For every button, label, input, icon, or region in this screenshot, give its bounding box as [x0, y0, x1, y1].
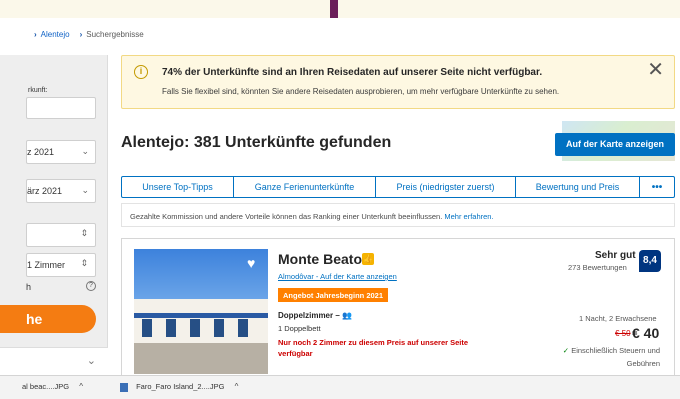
- deal-badge: Angebot Jahresbeginn 2021: [278, 288, 389, 302]
- current-price: € 40: [632, 325, 660, 341]
- checkin-value: z 2021: [27, 147, 55, 157]
- rooms-field[interactable]: 1 Zimmer ⇕: [26, 253, 96, 277]
- chevron-down-icon: ⌄: [81, 146, 89, 156]
- property-name[interactable]: Monte Beato: [278, 251, 362, 267]
- checkout-field[interactable]: ärz 2021 ⌄: [26, 179, 96, 203]
- breadcrumb-current: Suchergebnisse: [86, 29, 144, 39]
- chevron-up-icon[interactable]: ^: [79, 382, 83, 391]
- tax-text: Einschließlich Steuern und Gebühren: [571, 346, 660, 368]
- chevron-up-icon[interactable]: ^: [235, 382, 239, 391]
- room-type-label: Doppelzimmer: [278, 311, 334, 320]
- more-options-icon[interactable]: •••: [640, 177, 674, 197]
- guests-field[interactable]: ⇕: [26, 223, 96, 247]
- thumbs-up-icon: 👍: [362, 253, 374, 265]
- learn-more-link[interactable]: Mehr erfahren.: [444, 212, 493, 221]
- check-icon: ✓: [562, 346, 570, 355]
- tab-holiday-homes[interactable]: Ganze Ferienunterkünfte: [234, 177, 376, 197]
- breadcrumb: › Alentejo › Suchergebnisse: [0, 25, 144, 43]
- stepper-icon: ⇕: [80, 228, 88, 238]
- chevron-down-icon: ⌄: [86, 355, 96, 367]
- stay-details: 1 Nacht, 2 Erwachsene: [579, 314, 657, 323]
- tab-rating-price[interactable]: Bewertung und Preis: [516, 177, 640, 197]
- alert-title: 74% der Unterkünfte sind an Ihren Reised…: [162, 67, 543, 78]
- image-file-icon: [120, 382, 128, 392]
- rooms-value: 1 Zimmer: [27, 260, 65, 270]
- search-sidebar: rkunft: z 2021 ⌄ ärz 2021 ⌄ ⇕ 1 Zimmer ⇕…: [0, 55, 108, 375]
- download-item[interactable]: al beac....JPG ^: [22, 382, 83, 391]
- destination-field[interactable]: [26, 97, 96, 119]
- page-title: Alentejo: 381 Unterkünfte gefunden: [121, 134, 392, 151]
- property-location-link[interactable]: Almodôvar - Auf der Karte anzeigen: [278, 272, 397, 281]
- review-count: 273 Bewertungen: [568, 263, 627, 272]
- breadcrumb-region-link[interactable]: Alentejo: [41, 30, 70, 39]
- origin-label: rkunft:: [28, 87, 48, 94]
- availability-alert: i 74% der Unterkünfte sind an Ihren Reis…: [121, 55, 675, 109]
- tax-info: ✓ Einschließlich Steuern und Gebühren: [554, 344, 660, 370]
- tab-price-lowest[interactable]: Preis (niedrigster zuerst): [376, 177, 516, 197]
- sort-tabs: Unsere Top-Tipps Ganze Ferienunterkünfte…: [121, 176, 675, 198]
- show-on-map-button[interactable]: Auf der Karte anzeigen: [555, 133, 675, 156]
- tab-top-picks[interactable]: Unsere Top-Tipps: [122, 177, 234, 197]
- option-label: h: [26, 282, 32, 292]
- downloads-bar: al beac....JPG ^ Faro_Faro Island_2....J…: [0, 375, 680, 399]
- notice-text: Gezahlte Kommission und andere Vorteile …: [130, 212, 443, 221]
- room-type: Doppelzimmer – 👥: [278, 311, 352, 320]
- download-filename: al beac....JPG: [22, 382, 70, 391]
- ranking-notice: Gezahlte Kommission und andere Vorteile …: [121, 203, 675, 227]
- top-banner: [0, 0, 680, 18]
- bed-info: 1 Doppelbett: [278, 324, 321, 333]
- info-icon[interactable]: ?: [86, 281, 96, 291]
- rating-score: 8,4: [639, 250, 661, 272]
- original-price: € 50: [615, 329, 631, 338]
- close-icon[interactable]: ✕: [647, 60, 664, 80]
- guests-icon: – 👥: [335, 311, 352, 320]
- checkin-field[interactable]: z 2021 ⌄: [26, 140, 96, 164]
- alert-text: Falls Sie flexibel sind, könnten Sie and…: [162, 87, 560, 96]
- info-icon: i: [134, 65, 148, 79]
- scarcity-message: Nur noch 2 Zimmer zu diesem Preis auf un…: [278, 338, 469, 358]
- breadcrumb-separator: ›: [34, 29, 37, 39]
- breadcrumb-separator: ›: [79, 29, 83, 39]
- chevron-down-icon: ⌄: [81, 185, 89, 195]
- property-photo[interactable]: ♥: [134, 249, 268, 374]
- brand-mark: [330, 0, 338, 18]
- heart-icon[interactable]: ♥: [247, 256, 255, 270]
- property-card[interactable]: ♥ Monte Beato 👍 Almodôvar - Auf der Kart…: [121, 238, 675, 375]
- download-filename: Faro_Faro Island_2....JPG: [136, 382, 225, 391]
- search-button[interactable]: he: [0, 305, 96, 333]
- download-item[interactable]: Faro_Faro Island_2....JPG ^: [120, 382, 238, 392]
- filter-panel[interactable]: ⌄: [0, 347, 108, 375]
- rating-word: Sehr gut: [595, 250, 636, 261]
- checkout-value: ärz 2021: [27, 186, 63, 196]
- stepper-icon: ⇕: [80, 258, 88, 268]
